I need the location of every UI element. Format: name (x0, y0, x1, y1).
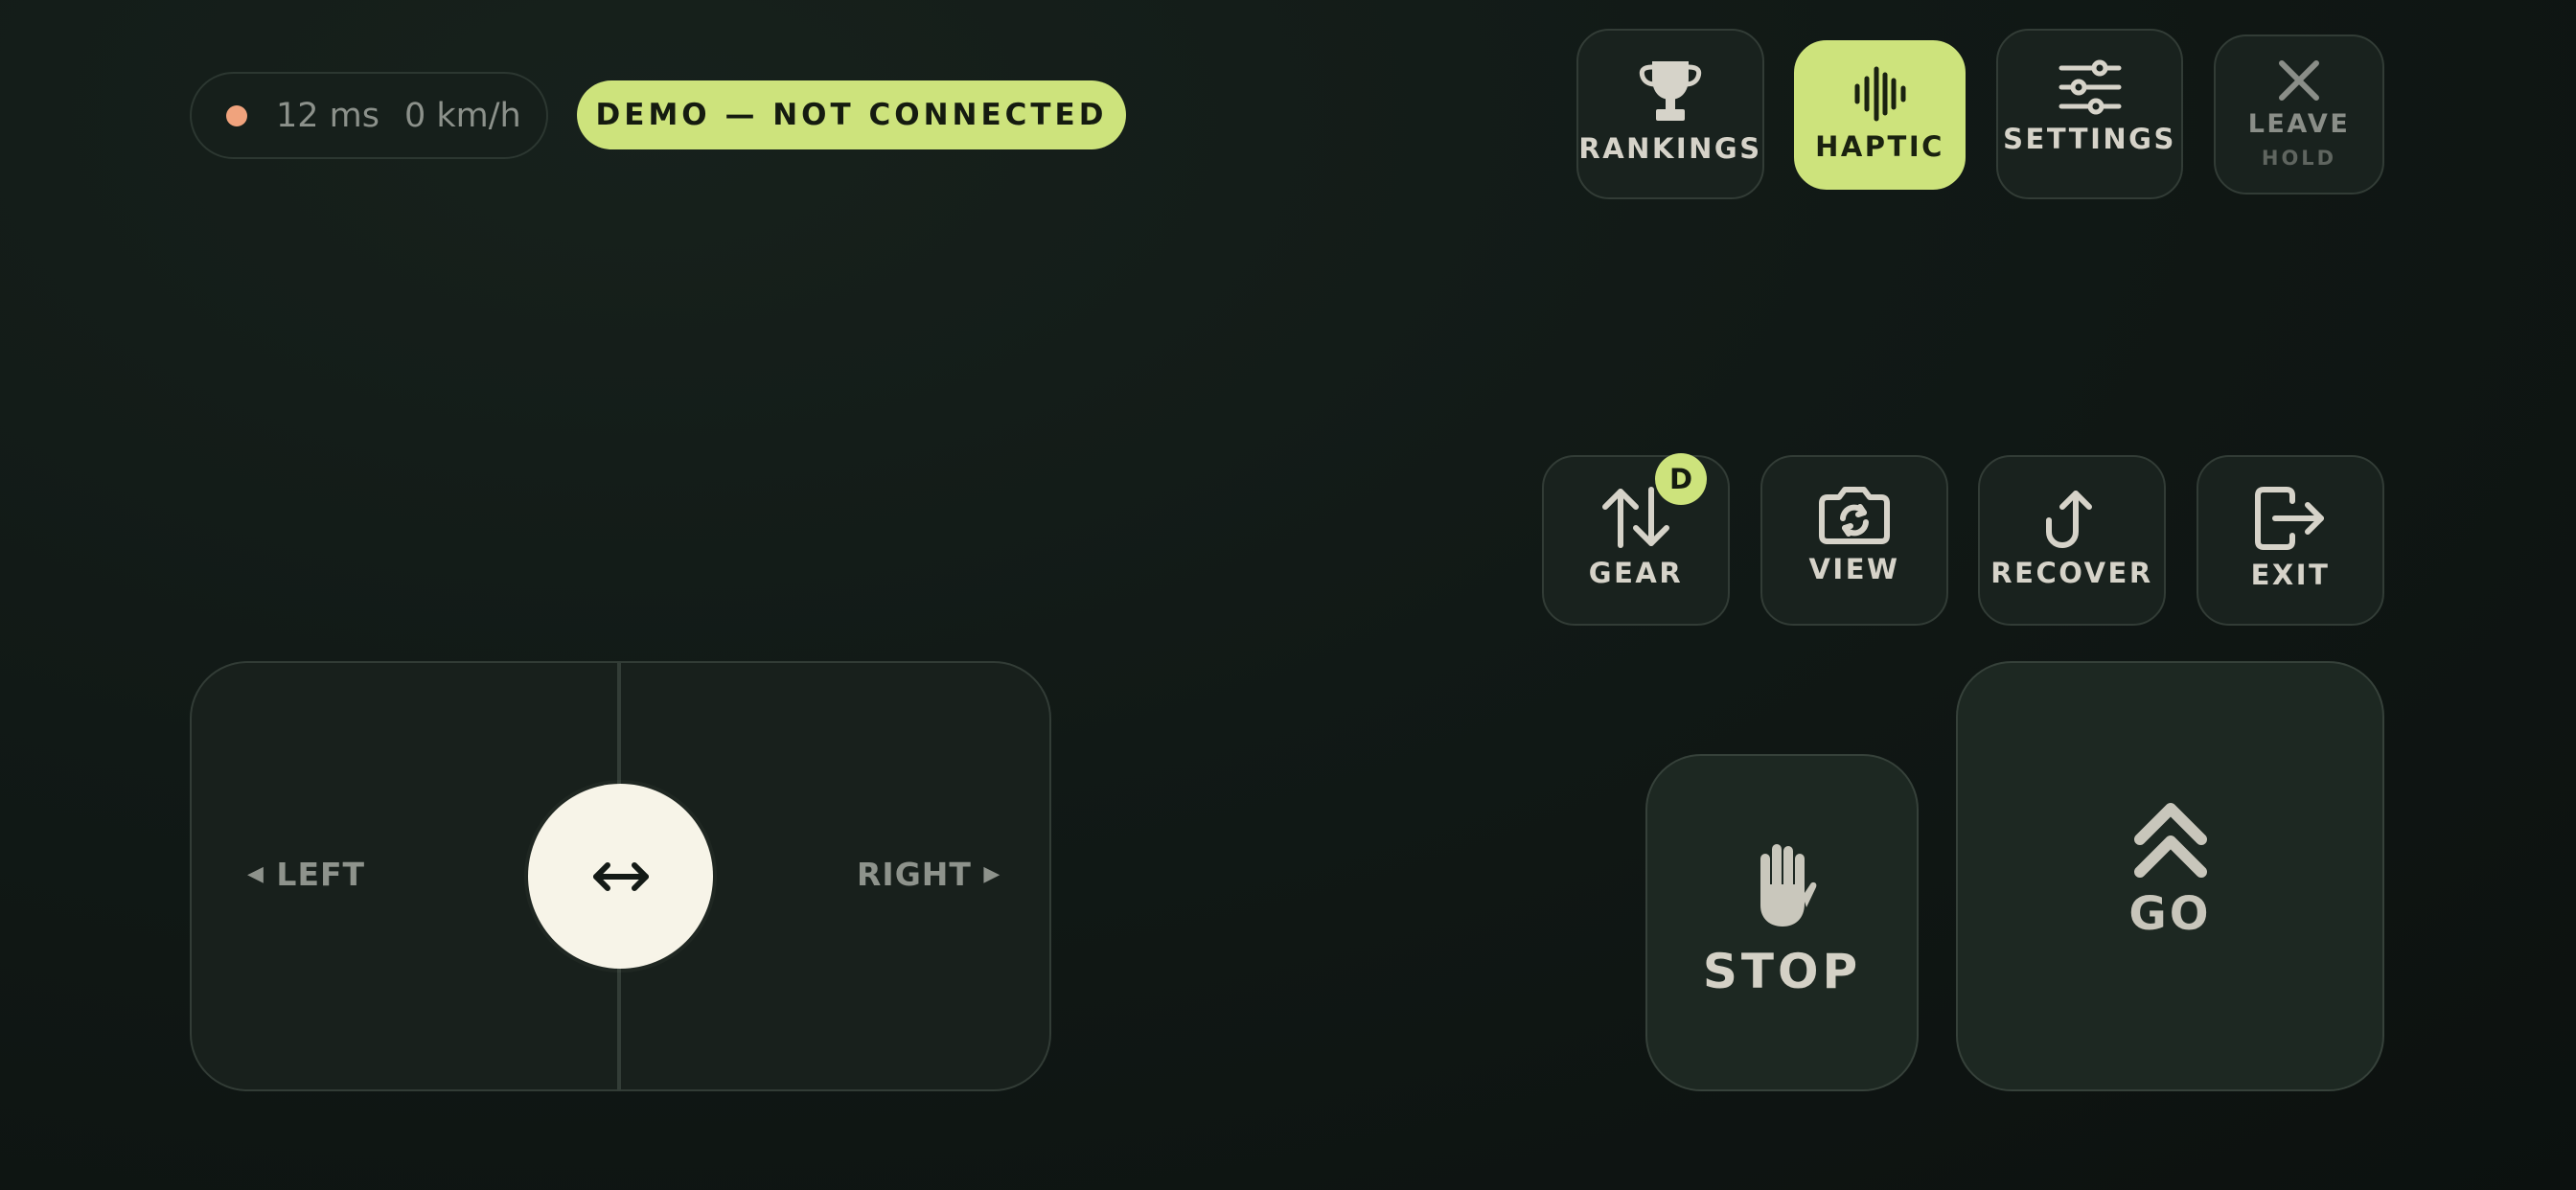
settings-button[interactable]: SETTINGS (1996, 29, 2183, 199)
leave-label: LEAVE (2247, 109, 2351, 139)
recover-button[interactable]: RECOVER (1978, 455, 2166, 626)
left-label-text: LEFT (276, 856, 366, 893)
rankings-label: RANKINGS (1578, 132, 1762, 165)
double-chevron-up-icon (2133, 803, 2207, 878)
stop-button[interactable]: STOP (1645, 754, 1919, 1091)
left-triangle-icon: ◀ (247, 862, 264, 886)
settings-label: SETTINGS (2003, 123, 2176, 155)
go-label: GO (2128, 887, 2212, 941)
view-button[interactable]: VIEW (1760, 455, 1948, 626)
exit-label: EXIT (2250, 559, 2331, 591)
go-button[interactable]: GO (1956, 661, 2384, 1091)
steering-knob[interactable] (528, 784, 713, 969)
speed-readout: 0 km/h (404, 96, 521, 135)
haptic-label: HAPTIC (1815, 130, 1944, 163)
exit-button[interactable]: EXIT (2196, 455, 2384, 626)
haptic-toggle-button[interactable]: HAPTIC (1794, 40, 1966, 190)
leave-button[interactable]: LEAVE HOLD (2214, 34, 2384, 195)
gear-label: GEAR (1588, 557, 1684, 589)
exit-door-icon (2255, 487, 2324, 550)
trophy-icon (1639, 61, 1702, 121)
steer-right-label: RIGHT ▶ (857, 856, 1000, 893)
leave-hold-hint: HOLD (2261, 147, 2337, 170)
latency-readout: 12 ms (276, 96, 380, 135)
right-label-text: RIGHT (857, 856, 972, 893)
recover-label: RECOVER (1990, 557, 2153, 589)
connection-status-pill: 12 ms 0 km/h (190, 72, 548, 159)
steer-left-label: ◀ LEFT (247, 856, 365, 893)
rankings-button[interactable]: RANKINGS (1576, 29, 1764, 199)
camera-rotate-icon (1819, 487, 1890, 544)
right-triangle-icon: ▶ (983, 862, 1001, 886)
left-right-arrow-icon (592, 861, 649, 891)
view-label: VIEW (1808, 553, 1900, 585)
close-icon (2279, 60, 2319, 101)
u-turn-arrow-icon (2046, 491, 2092, 548)
sliders-icon (2058, 59, 2121, 115)
waveform-icon (1854, 66, 1905, 122)
gear-mode-badge: D (1655, 453, 1707, 505)
stop-label: STOP (1702, 944, 1862, 999)
hand-stop-icon (1760, 844, 1816, 927)
status-indicator-dot (226, 104, 247, 126)
demo-mode-badge: DEMO — NOT CONNECTED (577, 80, 1126, 149)
